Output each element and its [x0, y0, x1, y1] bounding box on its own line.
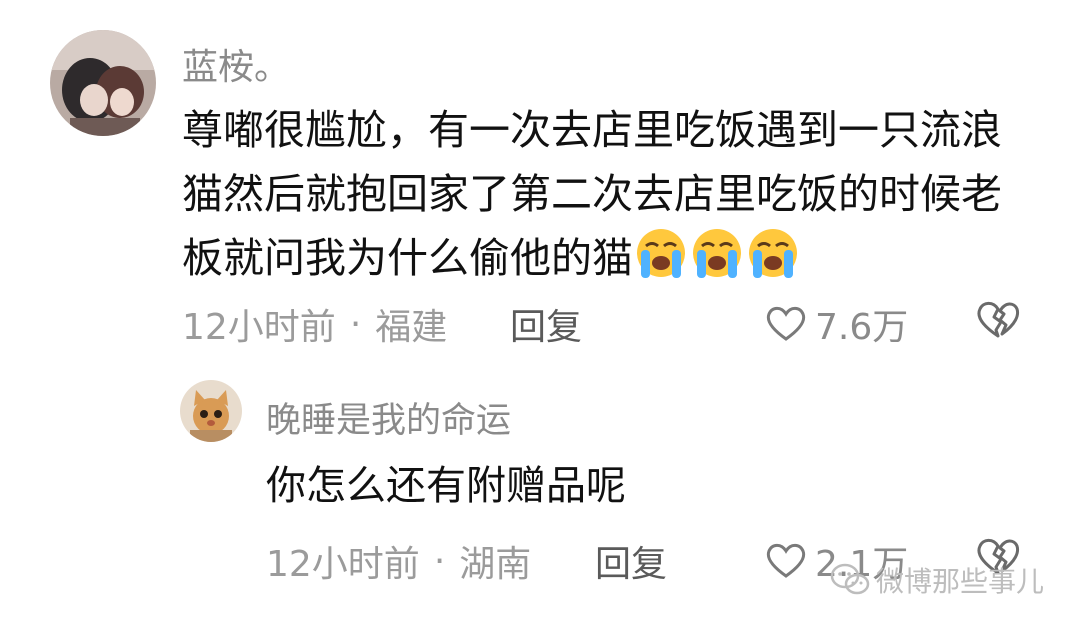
comment-username[interactable]: 晚睡是我的命运	[266, 392, 511, 443]
broken-heart-icon	[977, 301, 1020, 338]
meta-separator: ·	[349, 303, 362, 345]
comment-location: 福建	[375, 307, 448, 348]
reply-button[interactable]: 回复	[510, 298, 582, 350]
avatar[interactable]	[180, 380, 242, 442]
meta-separator: ·	[433, 540, 446, 582]
comment-meta: 12小时前 · 福建	[182, 298, 447, 350]
reply-button[interactable]: 回复	[595, 535, 667, 587]
wechat-icon	[830, 563, 870, 595]
comment-body: 尊嘟很尴尬，有一次去店里吃饭遇到一只流浪猫然后就抱回家了第二次去店里吃饭的时候老…	[182, 106, 1002, 282]
avatar-anime-couple-icon	[50, 30, 156, 136]
comment-time: 12小时前	[182, 307, 336, 348]
avatar-cat-icon	[180, 380, 242, 442]
avatar[interactable]	[50, 30, 156, 136]
like-count: 7.6万	[815, 307, 909, 348]
comment-body: 你怎么还有附赠品呢	[266, 463, 626, 509]
comment-text: 尊嘟很尴尬，有一次去店里吃饭遇到一只流浪猫然后就抱回家了第二次去店里吃饭的时候老…	[182, 98, 1042, 298]
comment-time: 12小时前	[266, 544, 420, 585]
watermark-text: 微博那些事儿	[876, 565, 1045, 598]
comment-meta: 12小时前 · 湖南	[266, 535, 531, 587]
heart-icon	[766, 306, 806, 341]
like-button[interactable]: 7.6万	[765, 298, 908, 350]
watermark: 微博那些事儿	[830, 560, 1044, 600]
comment-username[interactable]: 蓝桉。	[182, 38, 290, 90]
comment-location: 湖南	[459, 544, 532, 585]
heart-icon	[766, 543, 806, 578]
emoji-group	[633, 226, 803, 298]
loudly-crying-face-icon	[637, 229, 797, 278]
dislike-button[interactable]	[975, 300, 1021, 344]
